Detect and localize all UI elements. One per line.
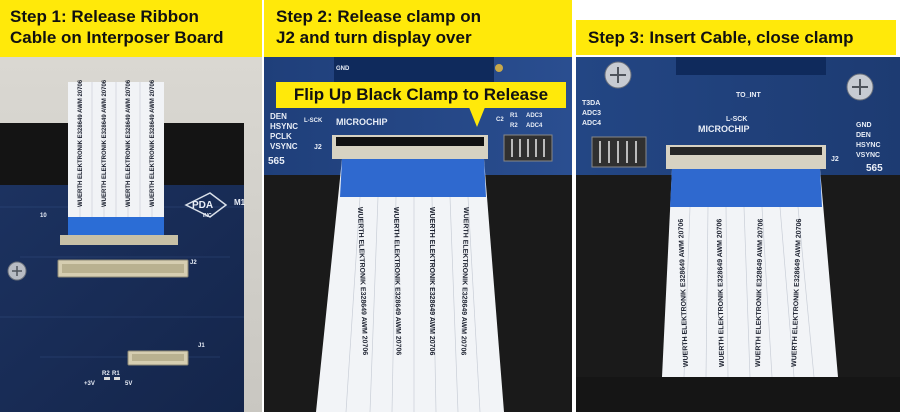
silk-pclk: PCLK — [270, 132, 292, 141]
cable-print-4: WUERTH ELEKTRONIK E328649 AWM 20706 — [150, 79, 156, 207]
silk-565: 565 — [268, 156, 285, 167]
step1-caption-line2: Cable on Interposer Board — [10, 28, 224, 47]
silk-sck: L-SCK — [304, 118, 323, 124]
silk-adc4: ADC4 — [526, 123, 543, 129]
silk-j2: J2 — [314, 144, 322, 151]
silk-r2: R2 — [102, 371, 110, 377]
silk-t3da: T3DA — [582, 100, 600, 107]
silk-r2: R2 — [510, 123, 518, 129]
step1-caption-line1: Step 1: Release Ribbon — [10, 7, 199, 26]
step1-panel: Step 1: Release Ribbon Cable on Interpos… — [0, 0, 262, 412]
step2-photo: Flip Up Black Clamp to Release GND DEN H… — [264, 57, 572, 412]
cable-print-2: WUERTH ELEKTRONIK E328649 AWM 20706 — [102, 79, 108, 207]
silk-hsync: HSYNC — [856, 142, 881, 149]
silk-gnd: GND — [336, 66, 350, 72]
release-callout: Flip Up Black Clamp to Release — [276, 82, 566, 108]
step1-caption: Step 1: Release Ribbon Cable on Interpos… — [0, 0, 262, 57]
screw-icon — [846, 73, 874, 101]
via-pad — [495, 64, 503, 72]
step1-photo: WUERTH ELEKTRONIK E328649 AWM 20706 WUER… — [0, 57, 262, 412]
silk-to-int: TO_INT — [736, 92, 761, 99]
black-clamp — [336, 137, 484, 146]
silk-j2: J2 — [831, 156, 839, 163]
step2-caption-line2: J2 and turn display over — [276, 28, 472, 47]
silk-adc3: ADC3 — [526, 113, 543, 119]
silk-j1: J1 — [198, 343, 205, 349]
silk-3v: +3V — [84, 381, 95, 387]
step3-caption: Step 3: Insert Cable, close clamp — [576, 20, 896, 55]
silk-c2: C2 — [496, 117, 504, 123]
step3-photo: T3DA ADC3 ADC4 L-SCK TO_INT MICROCHIP GN… — [576, 57, 900, 412]
svg-text:PDA: PDA — [192, 200, 213, 211]
cable-print-3: WUERTH ELEKTRONIK E328649 AWM 20706 — [428, 207, 435, 355]
silk-r1: R1 — [510, 113, 518, 119]
black-clamp-closed — [670, 147, 822, 155]
svg-text:M1: M1 — [234, 198, 246, 207]
silk-565: 565 — [866, 163, 883, 174]
cable-print-3: WUERTH ELEKTRONIK E328649 AWM 20706 — [126, 79, 132, 207]
silk-10: 10 — [40, 213, 47, 219]
silk-j2: J2 — [190, 260, 197, 266]
silk-adc3: ADC3 — [582, 110, 601, 117]
step2-panel: Step 2: Release clamp on J2 and turn dis… — [264, 0, 572, 412]
silk-adc4: ADC4 — [582, 120, 601, 127]
step3-panel: Step 3: Insert Cable, close clamp T3DA A… — [576, 0, 900, 412]
silk-microchip: MICROCHIP — [698, 124, 750, 134]
step2-caption: Step 2: Release clamp on J2 and turn dis… — [264, 0, 572, 57]
ribbon-connector-top — [60, 235, 178, 245]
silk-microchip: MICROCHIP — [336, 117, 388, 127]
silk-r1: R1 — [112, 371, 120, 377]
screw-icon — [604, 61, 632, 89]
silk-den: DEN — [270, 112, 287, 121]
silk-den: DEN — [856, 132, 871, 139]
silk-vsync: VSYNC — [270, 142, 298, 151]
silk-sck: L-SCK — [726, 116, 747, 123]
svg-text:INC: INC — [203, 213, 212, 219]
silk-gnd: GND — [856, 122, 872, 129]
screw-icon — [7, 261, 27, 281]
cable-print-1: WUERTH ELEKTRONIK E328649 AWM 20706 — [78, 79, 84, 207]
silk-hsync: HSYNC — [270, 122, 298, 131]
silk-vsync: VSYNC — [856, 152, 880, 159]
silk-5v: 5V — [125, 381, 132, 387]
step2-caption-line1: Step 2: Release clamp on — [276, 7, 482, 26]
